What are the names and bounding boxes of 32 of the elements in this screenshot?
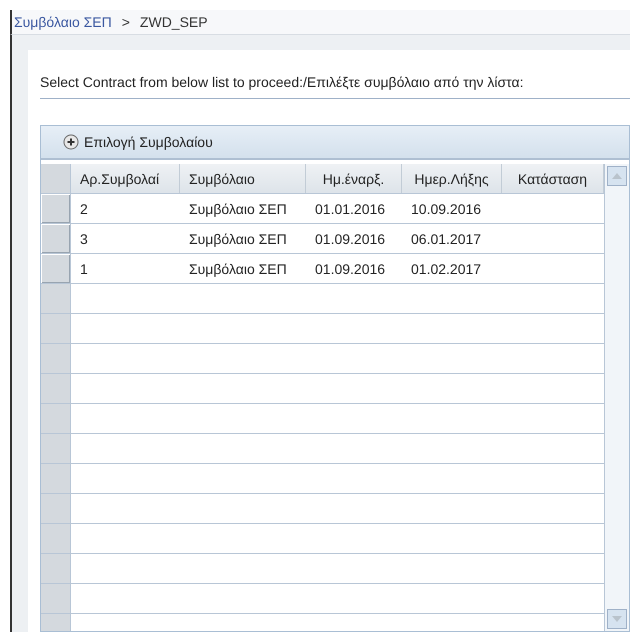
add-icon xyxy=(63,134,79,150)
column-header[interactable]: Αρ.Συμβολαί xyxy=(71,164,180,193)
table-cell-text: Συμβόλαιο ΣΕΠ xyxy=(188,230,288,249)
up-caret-icon xyxy=(612,173,622,179)
table-cell-text: 3 xyxy=(79,230,89,248)
down-caret-icon xyxy=(612,616,622,622)
row-selector[interactable] xyxy=(41,254,71,283)
table-cell-text: 10.09.2016 xyxy=(410,200,482,218)
breadcrumb-separator: > xyxy=(122,14,130,30)
scroll-up-button[interactable] xyxy=(607,166,627,186)
table-cell-text: 1 xyxy=(79,260,89,278)
select-all-corner[interactable] xyxy=(41,164,71,193)
instruction-text: Select Contract from below list to proceed:/Επιλέξτε συμβόλαιο από την λίστα: xyxy=(40,74,630,99)
table-cell-text: Συμβόλαιο ΣΕΠ xyxy=(188,260,288,279)
row-selector[interactable] xyxy=(41,224,71,253)
breadcrumb-current: ZWD_SEP xyxy=(140,14,208,30)
column-header[interactable]: Κατάσταση xyxy=(502,164,604,193)
table-cell-text: 06.01.2017 xyxy=(410,230,482,248)
table-cell-text: Συμβόλαιο ΣΕΠ xyxy=(188,200,288,219)
row-selector[interactable] xyxy=(41,194,71,223)
column-header[interactable]: Συμβόλαιο xyxy=(180,164,306,193)
table-cell-text: 01.09.2016 xyxy=(314,230,386,248)
table-cell-text: 2 xyxy=(79,200,89,218)
column-header[interactable]: Ημ.έναρξ. xyxy=(306,164,402,193)
breadcrumb-link[interactable]: Συμβόλαιο ΣΕΠ xyxy=(14,14,112,30)
table-cell-text: 01.09.2016 xyxy=(314,260,386,278)
scroll-down-button[interactable] xyxy=(607,609,627,629)
table-cell-text: 01.02.2017 xyxy=(410,260,482,278)
scrollbar[interactable] xyxy=(604,164,629,631)
select-contract-button[interactable]: Επιλογή Συμβολαίου xyxy=(63,134,213,150)
column-header[interactable]: Ημερ.Λήξης xyxy=(402,164,502,193)
table-cell-text: 01.01.2016 xyxy=(314,200,386,218)
